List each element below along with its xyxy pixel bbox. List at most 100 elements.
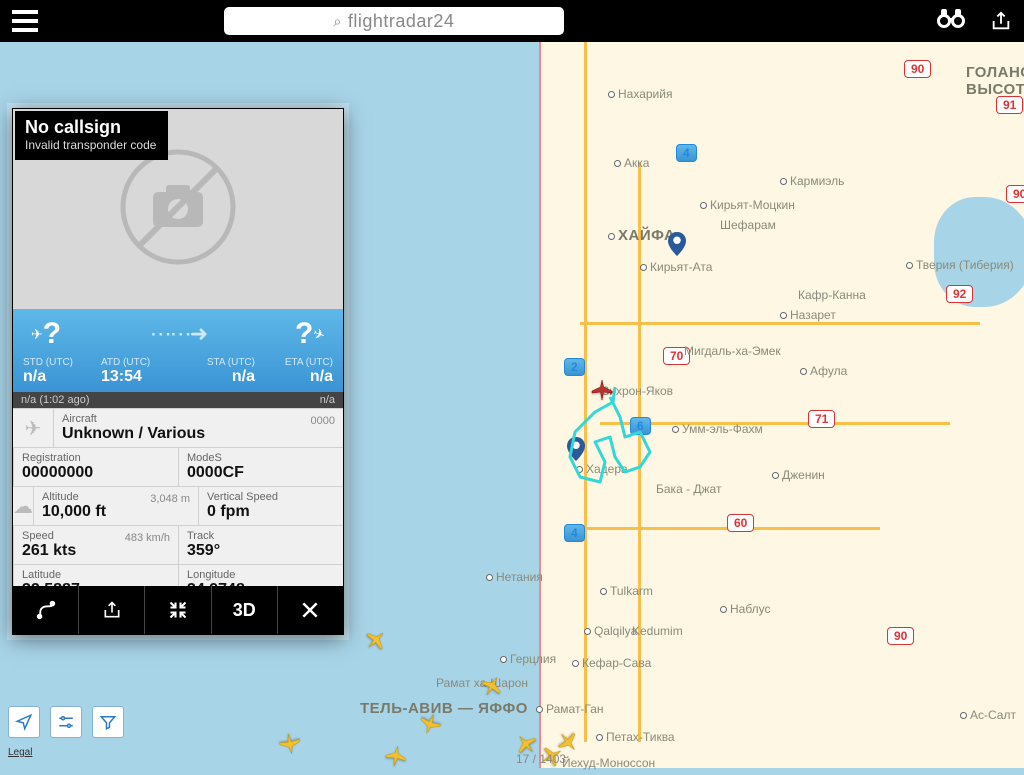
city-label: Тверия (Тиберия): [906, 258, 1014, 272]
lon-label: Longitude: [187, 569, 335, 581]
city-label: Кирьят-Ата: [640, 260, 712, 274]
menu-icon[interactable]: [12, 10, 38, 32]
city-label: Акка: [614, 156, 649, 170]
sta-value: n/a: [179, 368, 255, 386]
sta-label: STA (UTC): [179, 357, 255, 368]
road-shield: 4: [676, 144, 697, 162]
city-label: Назарет: [780, 308, 836, 322]
close-button[interactable]: [278, 586, 343, 634]
search-input[interactable]: ⌕ flightradar24: [224, 7, 564, 35]
city-label: Kedumim: [632, 624, 683, 638]
road-shield: 92: [946, 285, 973, 303]
spd-extra: 483 km/h: [125, 532, 170, 544]
atd-label: ATD (UTC): [101, 357, 177, 368]
progress-left: n/a (1:02 ago): [21, 394, 90, 406]
legal-link[interactable]: Legal: [8, 747, 32, 758]
lat-value: 32.5887: [22, 581, 170, 586]
city-label: Кефар-Сава: [572, 656, 651, 670]
callsign-subtitle: Invalid transponder code: [25, 138, 156, 152]
city-label: Ас-Салт: [960, 708, 1016, 722]
lat-label: Latitude: [22, 569, 170, 581]
modes-label: ModeS: [187, 452, 335, 464]
callsign-title: No callsign: [25, 117, 156, 138]
city-label: Кирьят-Моцкин: [700, 198, 795, 212]
city-label: ГОЛАНСКИ ВЫСОТ: [966, 64, 1024, 98]
eta-value: n/a: [257, 368, 333, 386]
aircraft-icon: ✈: [13, 409, 53, 447]
alt-value: 10,000 ft: [42, 503, 190, 521]
settings-button[interactable]: [50, 706, 82, 738]
flight-path: [555, 382, 675, 502]
city-label: Кафр-Канна: [798, 288, 866, 302]
road-shield: 71: [808, 410, 835, 428]
aircraft-icon[interactable]: [359, 623, 393, 657]
progress-bar: n/a (1:02 ago) n/a: [13, 392, 343, 408]
route-band: ✈ ? ⋯⋯➜ ? ✈ STD (UTC)n/a ATD (UTC)13:54 …: [13, 309, 343, 392]
map-controls: Legal: [8, 706, 124, 760]
city-label: Tulkarm: [600, 584, 653, 598]
road-shield: 2: [564, 358, 585, 376]
progress-right: n/a: [320, 394, 335, 406]
road-shield: 4: [564, 524, 585, 542]
trk-label: Track: [187, 530, 335, 542]
selected-aircraft-icon[interactable]: [590, 378, 614, 402]
reg-label: Registration: [22, 452, 170, 464]
city-label: Qalqilya: [584, 624, 637, 638]
city-label: Герцлия: [500, 652, 556, 666]
road-shield: 90: [887, 627, 914, 645]
search-placeholder: flightradar24: [348, 11, 455, 32]
city-label: Умм-эль-Фахм: [672, 422, 763, 436]
trk-value: 359°: [187, 542, 335, 560]
city-label: Кармиэль: [780, 174, 844, 188]
locate-button[interactable]: [8, 706, 40, 738]
map-pin[interactable]: [668, 232, 686, 256]
reg-value: 00000000: [22, 464, 170, 482]
road-shield: 90: [904, 60, 931, 78]
road-shield: 60: [727, 514, 754, 532]
city-label: Нахарийя: [608, 87, 672, 101]
aircraft-value: Unknown / Various: [62, 425, 335, 443]
spd-value: 261 kts: [22, 542, 170, 560]
route-button[interactable]: [13, 586, 79, 634]
city-label: Шефарам: [720, 218, 776, 232]
aircraft-icon[interactable]: [276, 730, 304, 758]
3d-button[interactable]: 3D: [212, 586, 278, 634]
road-shield: 91: [996, 96, 1023, 114]
modes-value: 0000CF: [187, 464, 335, 482]
city-label: ХАЙФА: [608, 227, 675, 244]
city-label: Дженин: [772, 468, 825, 482]
callsign-tag: No callsign Invalid transponder code: [15, 111, 168, 160]
city-label: Петах-Тиква: [596, 730, 675, 744]
route-code-label: 17 / 1403: [516, 752, 566, 766]
city-label: Рамат-Ган: [536, 702, 604, 716]
aircraft-photo: No callsign Invalid transponder code: [13, 109, 343, 309]
app-header: ⌕ flightradar24: [0, 0, 1024, 42]
route-arrow-icon: ⋯⋯➜: [61, 321, 295, 347]
cloud-icon: ☁: [13, 487, 33, 525]
vs-label: Vertical Speed: [207, 491, 343, 503]
city-label: Афула: [800, 364, 847, 378]
aircraft-icon[interactable]: [382, 742, 410, 770]
eta-label: ETA (UTC): [257, 357, 333, 368]
filter-button[interactable]: [92, 706, 124, 738]
city-label: Нетания: [486, 570, 543, 584]
aircraft-extra: 0000: [311, 415, 335, 427]
flight-detail-panel: No callsign Invalid transponder code ✈ ?…: [12, 108, 344, 635]
origin-code: ?: [43, 317, 61, 351]
binoculars-icon[interactable]: [936, 7, 966, 35]
aircraft-label: Aircraft: [62, 413, 335, 425]
city-label: Наблус: [720, 602, 771, 616]
aircraft-icon[interactable]: [476, 670, 509, 703]
road-shield: 90: [1006, 185, 1024, 203]
city-label: Мигдаль-ха-Эмек: [684, 344, 781, 358]
panel-footer: 3D: [13, 586, 343, 634]
share-button[interactable]: [79, 586, 145, 634]
flight-info-list[interactable]: ✈ AircraftUnknown / Various0000 Registra…: [13, 408, 343, 586]
std-value: n/a: [23, 368, 99, 386]
std-label: STD (UTC): [23, 357, 99, 368]
search-icon: ⌕: [334, 13, 342, 30]
share-icon[interactable]: [990, 10, 1012, 32]
vs-value: 0 fpm: [207, 503, 343, 521]
collapse-button[interactable]: [145, 586, 211, 634]
destination-code: ?: [295, 317, 313, 351]
